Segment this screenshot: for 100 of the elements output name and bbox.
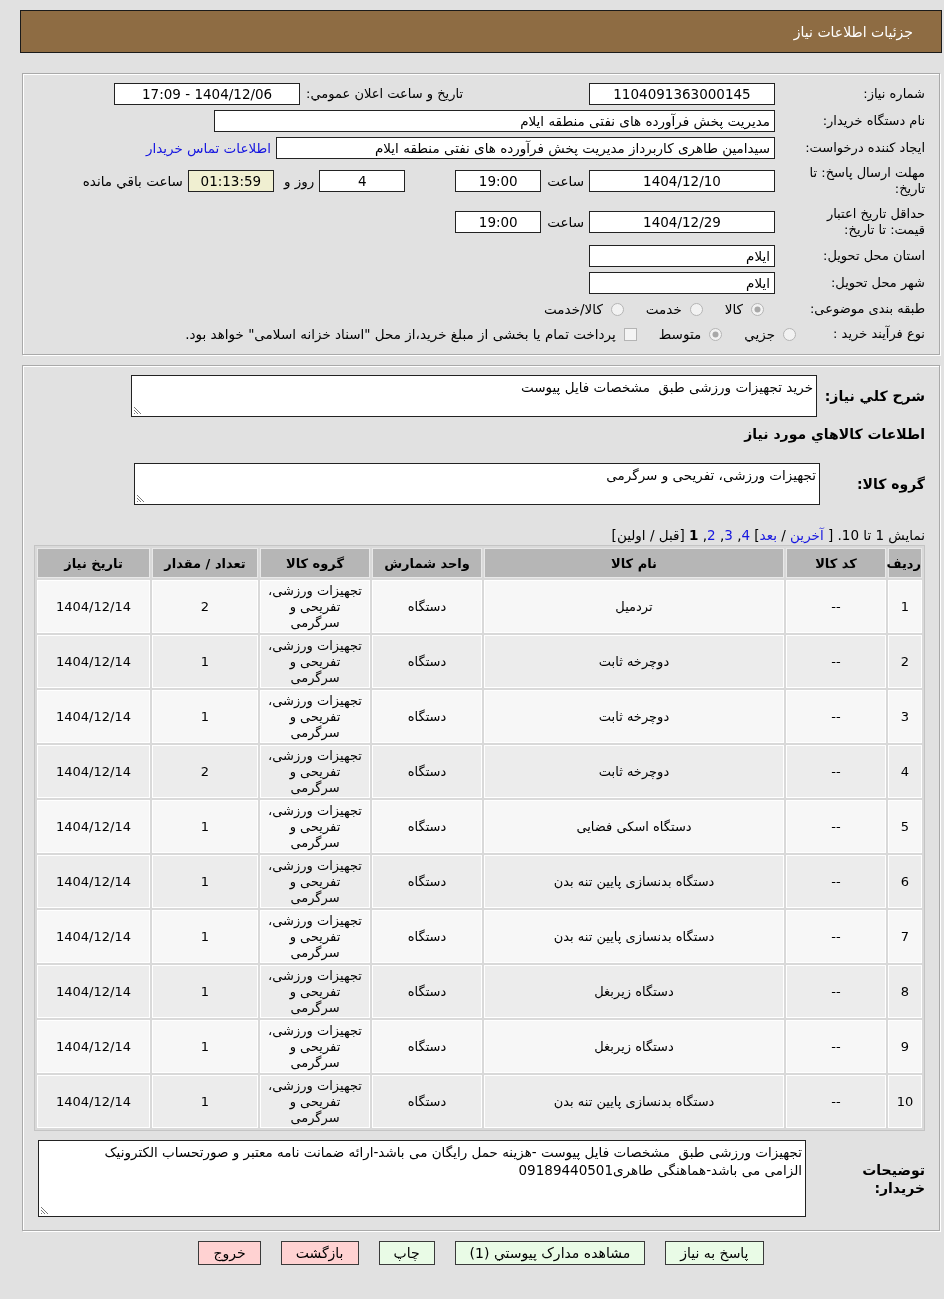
exit-button[interactable]: بازگشت xyxy=(280,1241,359,1265)
radio-option[interactable]: متوسط xyxy=(658,326,723,342)
pagination-text: , xyxy=(736,527,742,543)
remaining-time-label: ساعت باقي مانده xyxy=(82,173,183,189)
column-header[interactable]: تعداد / مقدار xyxy=(152,548,258,578)
notes-field[interactable]: تجهیزات ورزشی طبق مشخصات فایل پیوست -هزینه حمل رایگان می باشد-ارائه ضمانت نامه معتبر و صورتحساب الکترونیک الزامی می باشد-هماهنگی طاهری09189440501 xyxy=(38,1140,806,1217)
table-cell: تجهیزات ورزشی، تفریحی و سرگرمی xyxy=(260,580,370,633)
radio-option[interactable]: کالا/خدمت xyxy=(544,301,624,317)
table-cell: 1 xyxy=(152,965,258,1018)
need-number-field[interactable]: 1104091363000145 xyxy=(589,83,775,105)
page-link[interactable]: 4 xyxy=(741,527,751,543)
table-cell: 1404/12/14 xyxy=(37,580,150,633)
table-cell: تجهیزات ورزشی، تفریحی و سرگرمی xyxy=(260,965,370,1018)
checkbox-option[interactable]: پرداخت تمام یا بخشی از مبلغ خرید،از محل "اسناد خزانه اسلامی" خواهد بود. xyxy=(185,326,637,342)
table-cell: -- xyxy=(786,580,886,633)
field-label: طبقه بندی موضوعی: xyxy=(808,301,925,317)
pagination-link[interactable]: بعد xyxy=(759,527,777,543)
radio-icon[interactable] xyxy=(610,302,624,316)
table-cell: 1 xyxy=(152,1075,258,1128)
table-cell: 1404/12/14 xyxy=(37,745,150,798)
table-cell: 1 xyxy=(152,800,258,853)
radio-icon[interactable] xyxy=(751,302,764,316)
resize-grip-icon[interactable] xyxy=(137,494,145,502)
radio-icon[interactable] xyxy=(689,302,703,316)
resize-grip-icon[interactable] xyxy=(134,406,142,414)
table-cell: 1 xyxy=(152,635,258,688)
requester-field[interactable]: سیدامین طاهری کاربرداز مدیریت پخش فرآورده های نفتی منطقه ایلام xyxy=(276,137,775,159)
table-cell: دستگاه xyxy=(372,580,482,633)
field-label: نوع فرآیند خرید : xyxy=(832,326,925,342)
column-header[interactable]: نام کالا xyxy=(484,548,784,578)
pagination-link[interactable]: آخرین xyxy=(790,527,824,543)
summary-field[interactable]: خرید تجهیزات ورزشی طبق مشخصات فایل پیوست xyxy=(131,375,817,417)
announcement-date-field[interactable]: 1404/12/06 - 17:09 xyxy=(114,83,301,105)
table-cell: 2 xyxy=(152,580,258,633)
table-cell: -- xyxy=(786,690,886,743)
table-cell: 1404/12/14 xyxy=(37,910,150,963)
table-cell: تجهیزات ورزشی، تفریحی و سرگرمی xyxy=(260,1020,370,1073)
table-cell: 3 xyxy=(888,690,922,743)
table-cell: 1404/12/14 xyxy=(37,690,150,743)
pagination-text: نمایش 1 تا 10. [ xyxy=(826,527,925,543)
province-field[interactable]: ایلام xyxy=(589,245,775,267)
exit-button[interactable]: خروج xyxy=(198,1241,261,1265)
table-cell: 7 xyxy=(888,910,922,963)
resize-grip-icon[interactable] xyxy=(41,1206,49,1214)
column-header[interactable]: گروه کالا xyxy=(260,548,370,578)
action-button[interactable]: مشاهده مدارک پیوستي (1) xyxy=(454,1241,646,1265)
table-cell: تجهیزات ورزشی، تفریحی و سرگرمی xyxy=(260,910,370,963)
table-cell: 6 xyxy=(888,855,922,908)
table-cell: دستگاه زیربغل xyxy=(484,965,784,1018)
table-cell: دوچرخه ثابت xyxy=(484,745,784,798)
table-cell: تردمیل xyxy=(484,580,784,633)
table-cell: دستگاه xyxy=(372,965,482,1018)
deadline-time-field[interactable]: 19:00 xyxy=(455,170,542,192)
deadline-date-field[interactable]: 1404/12/10 xyxy=(589,170,775,192)
field-label: گروه کالا: xyxy=(855,475,925,493)
table-cell: دستگاه xyxy=(372,910,482,963)
table-cell: -- xyxy=(786,1075,886,1128)
validity-time-field[interactable]: 19:00 xyxy=(455,211,542,233)
table-cell: 8 xyxy=(888,965,922,1018)
column-header[interactable]: کد کالا xyxy=(786,548,886,578)
page-title: جزئیات اطلاعات نیاز xyxy=(793,23,913,40)
table-cell: -- xyxy=(786,800,886,853)
time-label: ساعت xyxy=(547,214,584,230)
goods-group-field[interactable]: تجهیزات ورزشی، تفریحی و سرگرمی xyxy=(134,463,820,505)
column-header[interactable]: تاریخ نیاز xyxy=(37,548,150,578)
days-remaining-field[interactable]: 4 xyxy=(319,170,406,192)
validity-date-field[interactable]: 1404/12/29 xyxy=(589,211,775,233)
page-link[interactable]: 3 xyxy=(724,527,733,543)
time-label: ساعت xyxy=(547,173,584,189)
table-cell: تجهیزات ورزشی، تفریحی و سرگرمی xyxy=(260,1075,370,1128)
time-remaining-field[interactable]: 01:13:59 xyxy=(187,170,274,192)
table-cell: 10 xyxy=(888,1075,922,1128)
checkbox-icon[interactable] xyxy=(623,327,637,341)
table-cell: -- xyxy=(786,1020,886,1073)
field-label: مهلت ارسال پاسخ: تا تاریخ: xyxy=(808,165,925,197)
column-header[interactable]: ردیف xyxy=(888,548,922,578)
radio-option[interactable]: جزيي xyxy=(744,326,796,342)
table-cell: 1404/12/14 xyxy=(37,1020,150,1073)
city-field[interactable]: ایلام xyxy=(589,272,775,294)
action-button[interactable]: چاپ xyxy=(378,1241,435,1265)
table-cell: دستگاه xyxy=(372,690,482,743)
table-cell: 5 xyxy=(888,800,922,853)
contact-link[interactable]: اطلاعات تماس خريدار xyxy=(145,140,271,156)
radio-option[interactable]: خدمت xyxy=(645,301,703,317)
table-cell: 1404/12/14 xyxy=(37,1075,150,1128)
pagination-text: [قبل / اولین] xyxy=(611,527,686,543)
action-button[interactable]: پاسخ به نیاز xyxy=(665,1241,764,1265)
page-link[interactable]: 2 xyxy=(707,527,716,543)
section-heading: اطلاعات کالاهاي مورد نیاز xyxy=(742,425,925,443)
table-cell: 1404/12/14 xyxy=(37,855,150,908)
field-label: شماره نیاز: xyxy=(862,86,925,102)
table-cell: 2 xyxy=(152,745,258,798)
radio-icon[interactable] xyxy=(783,327,796,341)
column-header[interactable]: واحد شمارش xyxy=(372,548,482,578)
current-page: 1 xyxy=(689,527,699,543)
table-cell: دستگاه بدنسازی پایین تنه بدن xyxy=(484,855,784,908)
buyer-organization-field[interactable]: مدیریت پخش فرآورده های نفتی منطقه ایلام xyxy=(214,110,775,132)
table-cell: تجهیزات ورزشی، تفریحی و سرگرمی xyxy=(260,800,370,853)
radio-option[interactable]: کالا xyxy=(724,301,764,317)
radio-icon[interactable] xyxy=(709,327,723,341)
